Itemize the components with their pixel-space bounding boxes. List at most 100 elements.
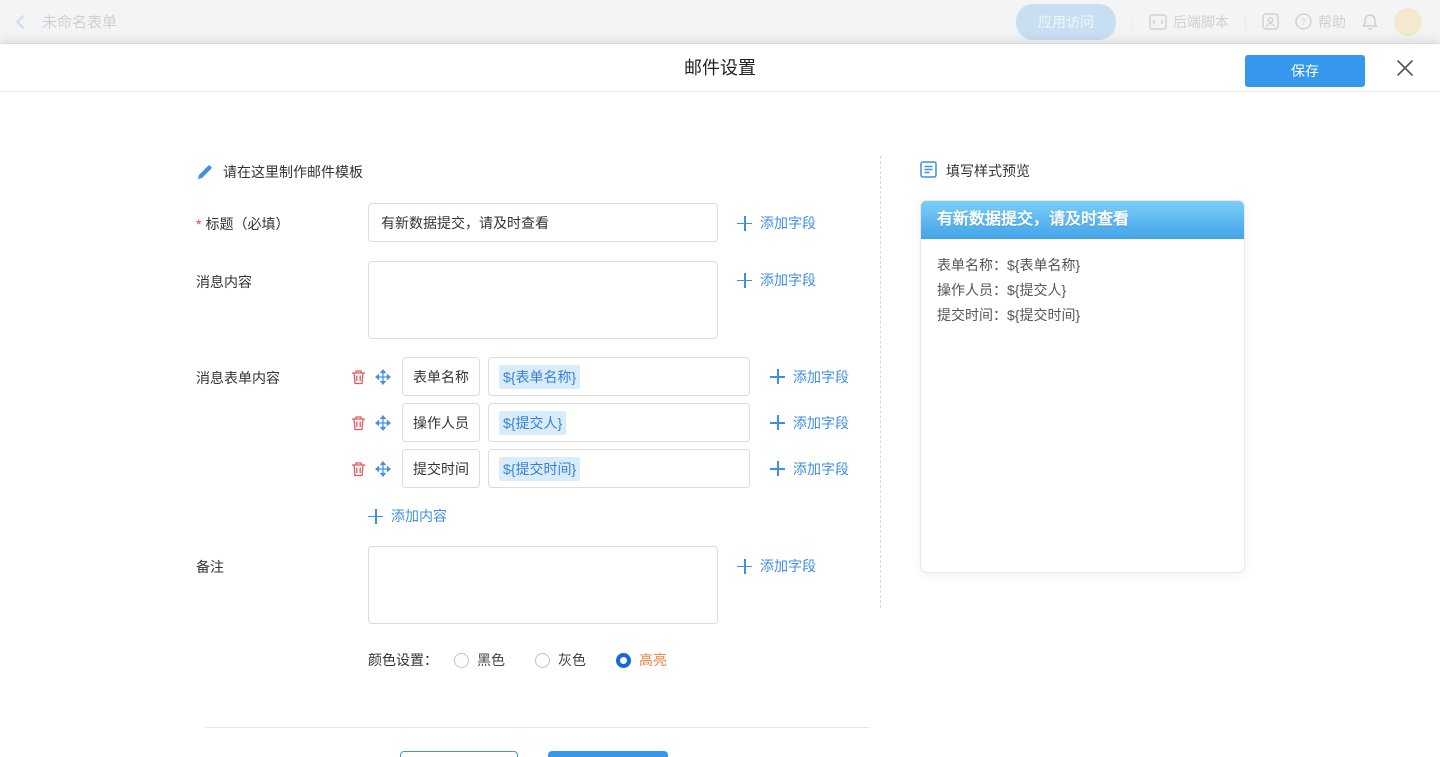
radio-highlight[interactable]: 高亮 [616, 650, 667, 670]
avatar [1394, 8, 1422, 36]
move-icon [375, 461, 391, 477]
action-buttons: 测试 恢复默认 [196, 751, 872, 757]
move-icon [375, 415, 391, 431]
message-field-row: 消息内容 添加字段 [196, 261, 872, 339]
remark-field-label: 备注 [196, 546, 368, 577]
bell-icon [1362, 13, 1378, 31]
field-key-input[interactable] [402, 403, 480, 442]
preview-line: 表单名称：${表单名称} [937, 253, 1228, 278]
add-content-link[interactable]: 添加内容 [368, 506, 447, 526]
preview-header: 填写样式预览 [920, 161, 1245, 181]
required-mark: * [196, 216, 201, 232]
screen: 未命名表单 应用访问 后端脚本 ? [0, 0, 1440, 757]
trash-icon [351, 461, 366, 477]
save-button[interactable]: 保存 [1245, 55, 1365, 87]
field-value-input[interactable]: ${表单名称} [488, 357, 750, 396]
title-field-label: *标题（必填） [196, 203, 368, 234]
radio-icon [616, 653, 631, 668]
radio-gray[interactable]: 灰色 [535, 650, 586, 670]
field-token: ${表单名称} [499, 365, 580, 389]
svg-text:?: ? [1301, 17, 1306, 27]
radio-black[interactable]: 黑色 [454, 650, 505, 670]
help-button: ? 帮助 [1295, 12, 1346, 32]
field-value-input[interactable]: ${提交时间} [488, 449, 750, 488]
preview-card-title: 有新数据提交，请及时查看 [921, 201, 1244, 239]
drag-move-handle[interactable] [374, 460, 392, 478]
topbar: 未命名表单 应用访问 后端脚本 ? [0, 0, 1440, 44]
field-value-input[interactable]: ${提交人} [488, 403, 750, 442]
pencil-icon [196, 164, 213, 181]
plus-icon [737, 559, 752, 574]
plus-icon [737, 216, 752, 231]
color-setting-label: 颜色设置： [368, 650, 438, 670]
vertical-dashed-divider [880, 156, 881, 608]
trash-icon [351, 415, 366, 431]
radio-icon [454, 653, 469, 668]
script-icon [1149, 14, 1167, 30]
message-field-label: 消息内容 [196, 261, 368, 292]
title-field-row: *标题（必填） 添加字段 [196, 203, 872, 242]
drag-move-handle[interactable] [374, 414, 392, 432]
plus-icon [770, 461, 785, 476]
add-field-link-message[interactable]: 添加字段 [737, 270, 816, 290]
title-input[interactable] [368, 203, 718, 242]
test-button[interactable]: 测试 [400, 751, 518, 757]
add-field-link-row[interactable]: 添加字段 [770, 413, 849, 433]
divider [1245, 13, 1246, 31]
close-button[interactable] [1393, 56, 1417, 80]
delete-row-button[interactable] [349, 368, 367, 386]
preview-card-body: 表单名称：${表单名称} 操作人员：${提交人} 提交时间：${提交时间} [921, 239, 1244, 342]
field-token: ${提交时间} [499, 457, 580, 481]
form-content-section: 消息表单内容 ${表单名称} [196, 357, 872, 488]
delete-row-button[interactable] [349, 460, 367, 478]
plus-icon [770, 415, 785, 430]
form-content-row: ${表单名称} 添加字段 [349, 357, 849, 396]
email-settings-modal: 邮件设置 保存 请在这里制作邮件模板 *标题（必填） [0, 44, 1440, 757]
restore-default-button[interactable]: 恢复默认 [548, 751, 668, 757]
color-setting-row: 颜色设置： 黑色 灰色 高亮 [368, 650, 872, 670]
close-icon [1396, 59, 1414, 77]
template-hint-text: 请在这里制作邮件模板 [223, 162, 363, 182]
modal-title: 邮件设置 [0, 44, 1440, 92]
add-field-link-row[interactable]: 添加字段 [770, 367, 849, 387]
email-template-form: 请在这里制作邮件模板 *标题（必填） 添加字段 消息内容 添加字段 [196, 162, 872, 757]
preview-line: 操作人员：${提交人} [937, 278, 1228, 303]
plus-icon [368, 509, 383, 524]
divider [1132, 13, 1133, 31]
email-preview-card: 有新数据提交，请及时查看 表单名称：${表单名称} 操作人员：${提交人} 提交… [920, 200, 1245, 573]
drag-move-handle[interactable] [374, 368, 392, 386]
remark-field-row: 备注 添加字段 [196, 546, 872, 624]
preview-line: 提交时间：${提交时间} [937, 303, 1228, 328]
radio-icon [535, 653, 550, 668]
field-key-input[interactable] [402, 357, 480, 396]
field-key-input[interactable] [402, 449, 480, 488]
message-textarea[interactable] [368, 261, 718, 339]
delete-row-button[interactable] [349, 414, 367, 432]
plus-icon [770, 369, 785, 384]
member-card-icon [1262, 13, 1279, 30]
field-token: ${提交人} [499, 411, 566, 435]
script-button: 后端脚本 [1149, 12, 1229, 32]
divider [204, 727, 870, 728]
publish-button: 应用访问 [1016, 4, 1116, 40]
trash-icon [351, 369, 366, 385]
add-content-row: 添加内容 [368, 506, 872, 526]
remark-textarea[interactable] [368, 546, 718, 624]
preview-header-label: 填写样式预览 [946, 161, 1030, 181]
add-field-link-title[interactable]: 添加字段 [737, 213, 816, 233]
modal-header: 邮件设置 保存 [0, 44, 1440, 92]
preview-panel: 填写样式预览 有新数据提交，请及时查看 表单名称：${表单名称} 操作人员：${… [920, 161, 1245, 573]
document-icon [920, 161, 937, 181]
plus-icon [737, 273, 752, 288]
add-field-link-remark[interactable]: 添加字段 [737, 556, 816, 576]
add-field-link-row[interactable]: 添加字段 [770, 459, 849, 479]
move-icon [375, 369, 391, 385]
form-content-row: ${提交时间} 添加字段 [349, 449, 849, 488]
form-content-row: ${提交人} 添加字段 [349, 403, 849, 442]
form-title: 未命名表单 [42, 11, 117, 32]
form-content-label: 消息表单内容 [196, 357, 349, 388]
chevron-left-icon [16, 14, 30, 28]
back-nav: 未命名表单 [18, 11, 117, 32]
template-hint: 请在这里制作邮件模板 [196, 162, 872, 182]
question-circle-icon: ? [1295, 13, 1312, 30]
